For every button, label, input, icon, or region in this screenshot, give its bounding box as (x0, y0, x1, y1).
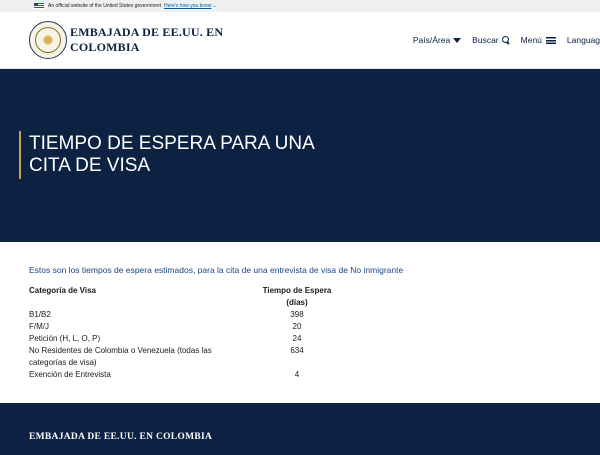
country-area-label: País/Área (412, 35, 451, 45)
wait-days-cell: 24 (292, 334, 302, 343)
visa-category-cell: Petición (H, L, O, P) (29, 334, 101, 343)
menu-button[interactable]: Menú (521, 35, 556, 45)
table-row: No Residentes de Colombia o Venezuela (t… (29, 345, 349, 369)
eagle-emblem-icon (35, 27, 61, 53)
wait-days-cell: 398 (290, 310, 304, 319)
menu-label: Menú (520, 35, 542, 45)
page-title-line2: CITA DE VISA (29, 155, 151, 176)
gov-banner: An official website of the United States… (0, 0, 600, 12)
embassy-seal-logo[interactable] (29, 21, 67, 59)
intro-text: Estos son los tiempos de espera estimado… (29, 265, 404, 275)
visa-category-cell: No Residentes de Colombia o Venezuela (t… (29, 345, 255, 369)
table-row: Petición (H, L, O, P) 24 (29, 333, 349, 345)
main-nav: País/Área Buscar Menú Languag (413, 33, 600, 47)
wait-days-cell: 634 (290, 346, 304, 355)
page-title: TIEMPO DE ESPERA PARA UNA CITA DE VISA (29, 133, 369, 177)
header-wait-time: Tiempo de Espera (días) (255, 285, 339, 309)
language-label: Languag (566, 35, 600, 45)
site-title-line1: EMBAJADA DE EE.UU. EN (70, 25, 224, 39)
country-area-dropdown[interactable]: País/Área (412, 35, 462, 45)
site-footer: EMBAJADA DE EE.UU. EN COLOMBIA (0, 403, 600, 455)
hero-banner: TIEMPO DE ESPERA PARA UNA CITA DE VISA (0, 69, 600, 242)
site-title[interactable]: EMBAJADA DE EE.UU. EN COLOMBIA (70, 25, 250, 55)
footer-cut-off-content (29, 450, 589, 455)
language-selector[interactable]: Languag (567, 35, 600, 45)
search-label: Buscar (472, 35, 499, 45)
wait-days-cell: 20 (292, 322, 302, 331)
heres-how-you-know-link[interactable]: Here's how you know (164, 3, 211, 9)
table-row: B1/B2 398 (29, 309, 349, 321)
search-button[interactable]: Buscar (472, 35, 509, 45)
visa-category-cell: Exención de Entrevista (29, 370, 111, 379)
wait-times-table: Categoría de Visa Tiempo de Espera (días… (29, 285, 349, 381)
site-header: EMBAJADA DE EE.UU. EN COLOMBIA País/Área… (0, 12, 600, 69)
table-row: F/M/J 20 (29, 321, 349, 333)
visa-category-line2: categorías de visa) (29, 358, 97, 367)
site-title-line2: COLOMBIA (70, 40, 140, 54)
page-title-line1: TIEMPO DE ESPERA PARA UNA (29, 133, 315, 154)
search-icon (501, 36, 510, 44)
wait-days-cell: 4 (294, 370, 300, 379)
hamburger-menu-icon (545, 36, 556, 44)
visa-category-line1: No Residentes de Colombia o Venezuela (t… (29, 346, 212, 355)
us-flag-icon (34, 3, 44, 9)
visa-category-cell: B1/B2 (29, 310, 51, 319)
table-row: Exención de Entrevista 4 (29, 369, 349, 381)
gov-banner-text: An official website of the United States… (48, 3, 162, 9)
caret-down-icon (453, 37, 462, 43)
header-wait-time-line2: (días) (286, 298, 308, 307)
header-visa-category: Categoría de Visa (29, 286, 96, 295)
header-wait-time-line1: Tiempo de Espera (262, 286, 332, 295)
hero-accent-bar (19, 131, 21, 179)
footer-title: EMBAJADA DE EE.UU. EN COLOMBIA (29, 432, 213, 442)
chevron-down-icon[interactable]: ⌄ (212, 3, 216, 9)
visa-category-cell: F/M/J (29, 322, 49, 331)
table-header-row: Categoría de Visa Tiempo de Espera (días… (29, 285, 349, 309)
